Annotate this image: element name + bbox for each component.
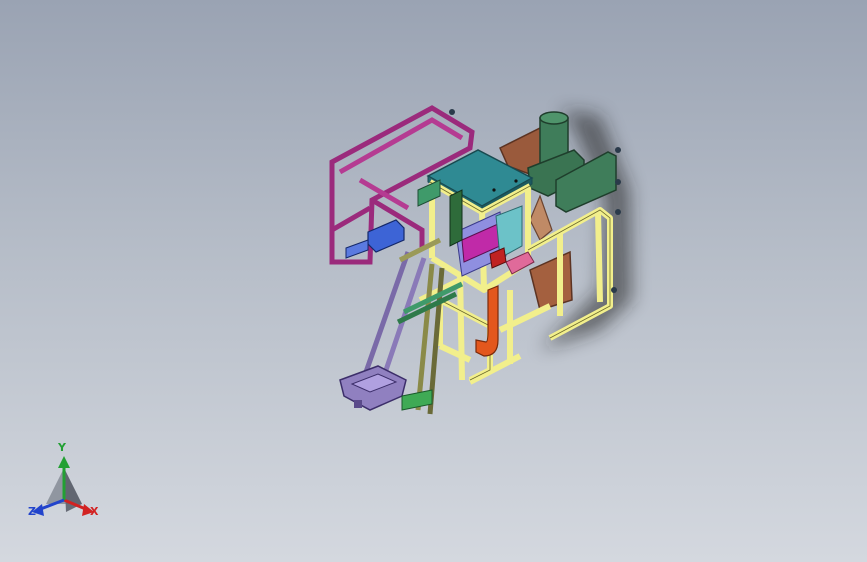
cad-viewport[interactable]: Y X Z [0, 0, 867, 562]
assembly-model[interactable] [0, 0, 867, 562]
z-axis-label: Z [28, 505, 36, 518]
blue-clamp[interactable] [345, 219, 405, 259]
y-axis-label: Y [58, 441, 66, 454]
x-axis-label: X [90, 505, 99, 518]
axis-triad: Y X Z [22, 442, 108, 526]
